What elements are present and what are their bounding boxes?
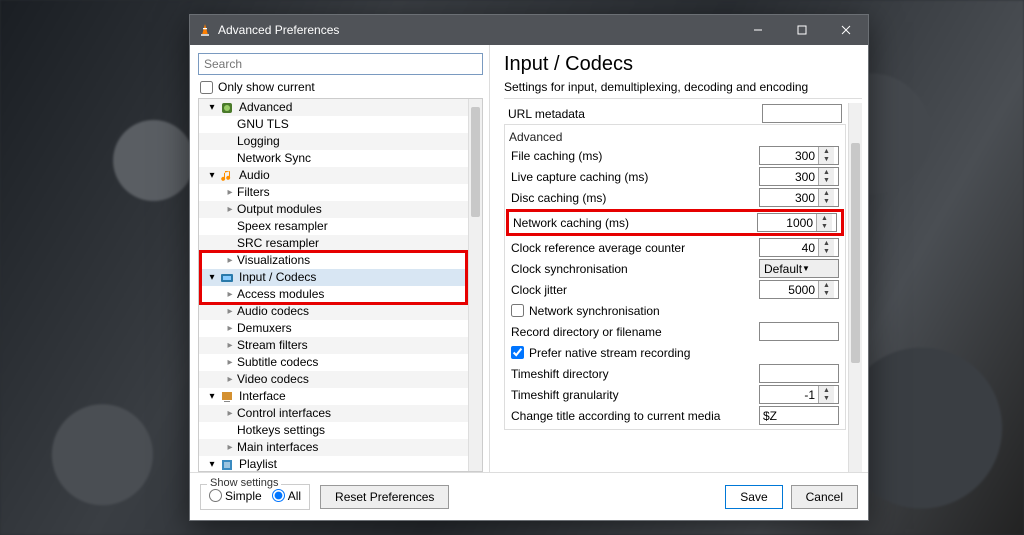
window-title: Advanced Preferences bbox=[218, 23, 736, 37]
highlight-annotation: Network caching (ms)▲▼ bbox=[506, 209, 844, 236]
gear-icon bbox=[219, 100, 235, 116]
spin-up-icon[interactable]: ▲ bbox=[819, 386, 834, 395]
only-show-current-checkbox[interactable]: Only show current bbox=[200, 80, 483, 94]
tree-item-control-interfaces[interactable]: Control interfaces bbox=[199, 405, 468, 422]
row-clock_sync: Clock synchronisationDefault▼ bbox=[507, 258, 843, 279]
spin-up-icon[interactable]: ▲ bbox=[819, 189, 834, 198]
row-file_caching: File caching (ms)▲▼ bbox=[507, 145, 843, 166]
spin-down-icon[interactable]: ▼ bbox=[819, 177, 834, 186]
tree-item-interface[interactable]: Interface bbox=[199, 388, 468, 405]
row-rec_dir: Record directory or filename bbox=[507, 321, 843, 342]
row-live_caching: Live capture caching (ms)▲▼ bbox=[507, 166, 843, 187]
tree-item-subtitle-codecs[interactable]: Subtitle codecs bbox=[199, 354, 468, 371]
note-icon bbox=[219, 168, 235, 184]
reset-button[interactable]: Reset Preferences bbox=[320, 485, 449, 509]
tree-item-video-codecs[interactable]: Video codecs bbox=[199, 371, 468, 388]
row-net_caching: Network caching (ms)▲▼ bbox=[509, 212, 841, 233]
simple-radio[interactable]: Simple bbox=[209, 489, 262, 503]
all-radio[interactable]: All bbox=[272, 489, 301, 503]
page-subtitle: Settings for input, demultiplexing, deco… bbox=[504, 80, 862, 99]
spin-down-icon[interactable]: ▼ bbox=[819, 248, 834, 257]
row-net_sync: Network synchronisation bbox=[507, 300, 843, 321]
show-settings-group: Show settings Simple All bbox=[200, 484, 310, 510]
spin-down-icon[interactable]: ▼ bbox=[817, 223, 832, 232]
tree-item-visualizations[interactable]: Visualizations bbox=[199, 252, 468, 269]
tree-item-gnu-tls[interactable]: GNU TLS bbox=[199, 116, 468, 133]
page-title: Input / Codecs bbox=[504, 53, 862, 76]
tree-item-filters[interactable]: Filters bbox=[199, 184, 468, 201]
list-icon bbox=[219, 457, 235, 472]
row-ts_gran: Timeshift granularity▲▼ bbox=[507, 384, 843, 405]
titlebar[interactable]: Advanced Preferences bbox=[190, 15, 868, 45]
tree-item-audio-codecs[interactable]: Audio codecs bbox=[199, 303, 468, 320]
spin-up-icon[interactable]: ▲ bbox=[819, 168, 834, 177]
minimize-button[interactable] bbox=[736, 15, 780, 45]
tree-item-logging[interactable]: Logging bbox=[199, 133, 468, 150]
tree-view: AdvancedGNU TLSLoggingNetwork SyncAudioF… bbox=[198, 98, 483, 472]
tree-item-audio[interactable]: Audio bbox=[199, 167, 468, 184]
tree-item-main-interfaces[interactable]: Main interfaces bbox=[199, 439, 468, 456]
row-disc_caching: Disc caching (ms)▲▼ bbox=[507, 187, 843, 208]
tree-item-advanced[interactable]: Advanced bbox=[199, 99, 468, 116]
tree-item-demuxers[interactable]: Demuxers bbox=[199, 320, 468, 337]
spin-up-icon[interactable]: ▲ bbox=[819, 147, 834, 156]
spin-up-icon[interactable]: ▲ bbox=[819, 239, 834, 248]
tree-item-access-modules[interactable]: Access modules bbox=[199, 286, 468, 303]
spin-up-icon[interactable]: ▲ bbox=[817, 214, 832, 223]
row-prefer_native: Prefer native stream recording bbox=[507, 342, 843, 363]
panel-scrollbar[interactable] bbox=[848, 103, 862, 472]
left-panel: Only show current AdvancedGNU TLSLogging… bbox=[190, 45, 490, 472]
search-input[interactable] bbox=[198, 53, 483, 75]
row-clock_jitter: Clock jitter▲▼ bbox=[507, 279, 843, 300]
footer: Show settings Simple All Reset Preferenc… bbox=[190, 472, 868, 520]
cancel-button[interactable]: Cancel bbox=[791, 485, 858, 509]
spin-up-icon[interactable]: ▲ bbox=[819, 281, 834, 290]
save-button[interactable]: Save bbox=[725, 485, 782, 509]
iface-icon bbox=[219, 389, 235, 405]
tree-item-hotkeys-settings[interactable]: Hotkeys settings bbox=[199, 422, 468, 439]
spin-down-icon[interactable]: ▼ bbox=[819, 198, 834, 207]
tree-item-stream-filters[interactable]: Stream filters bbox=[199, 337, 468, 354]
spin-down-icon[interactable]: ▼ bbox=[819, 395, 834, 404]
spin-down-icon[interactable]: ▼ bbox=[819, 156, 834, 165]
codec-icon bbox=[219, 270, 235, 286]
tree-scrollbar[interactable] bbox=[468, 99, 482, 471]
tree-item-output-modules[interactable]: Output modules bbox=[199, 201, 468, 218]
row-change_title: Change title according to current media bbox=[507, 405, 843, 426]
right-panel: Input / Codecs Settings for input, demul… bbox=[490, 45, 868, 472]
tree-item-playlist[interactable]: Playlist bbox=[199, 456, 468, 471]
close-button[interactable] bbox=[824, 15, 868, 45]
maximize-button[interactable] bbox=[780, 15, 824, 45]
tree-item-speex-resampler[interactable]: Speex resampler bbox=[199, 218, 468, 235]
row-ts_dir: Timeshift directory bbox=[507, 363, 843, 384]
tree-item-network-sync[interactable]: Network Sync bbox=[199, 150, 468, 167]
vlc-cone-icon bbox=[198, 23, 212, 37]
row-clock_ref: Clock reference average counter▲▼ bbox=[507, 237, 843, 258]
tree-item-src-resampler[interactable]: SRC resampler bbox=[199, 235, 468, 252]
chevron-down-icon: ▼ bbox=[802, 264, 834, 273]
tree-item-input-codecs[interactable]: Input / Codecs bbox=[199, 269, 468, 286]
spin-down-icon[interactable]: ▼ bbox=[819, 290, 834, 299]
preferences-window: Advanced Preferences Only show current A… bbox=[189, 14, 869, 521]
